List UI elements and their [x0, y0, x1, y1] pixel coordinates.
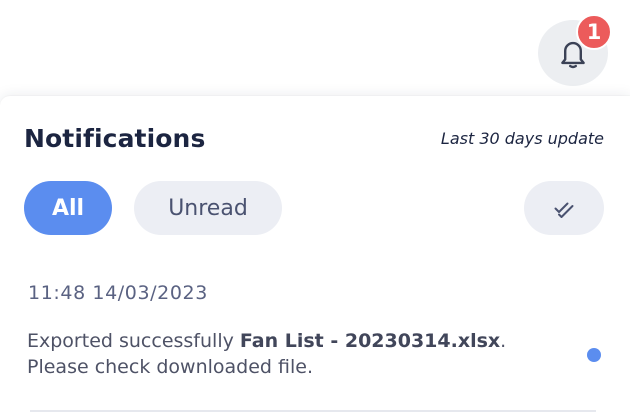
notification-time: 11:48 14/03/2023: [28, 282, 208, 304]
double-check-icon: [554, 202, 574, 218]
notification-count-badge: 1: [576, 14, 612, 50]
notifications-panel: Notifications Last 30 days update All Un…: [0, 96, 630, 416]
panel-title: Notifications: [24, 124, 206, 153]
exported-file-name: Fan List - 20230314.xlsx: [239, 330, 501, 352]
divider: [30, 410, 596, 412]
notification-item[interactable]: 11:48 14/03/2023 Exported successfully F…: [0, 266, 630, 416]
unread-indicator: [587, 348, 601, 362]
panel-subtitle: Last 30 days update: [440, 129, 604, 148]
message-prefix: Exported successfully: [27, 330, 240, 352]
mark-all-read-button[interactable]: [524, 181, 604, 235]
tab-all[interactable]: All: [24, 181, 112, 235]
notification-message: Exported successfully Fan List - 2023031…: [27, 328, 567, 380]
message-line-2: Please check downloaded file.: [27, 356, 314, 378]
tab-unread[interactable]: Unread: [134, 181, 282, 235]
message-suffix: .: [500, 330, 507, 352]
notifications-page: 1 Notifications Last 30 days update All …: [0, 0, 630, 416]
